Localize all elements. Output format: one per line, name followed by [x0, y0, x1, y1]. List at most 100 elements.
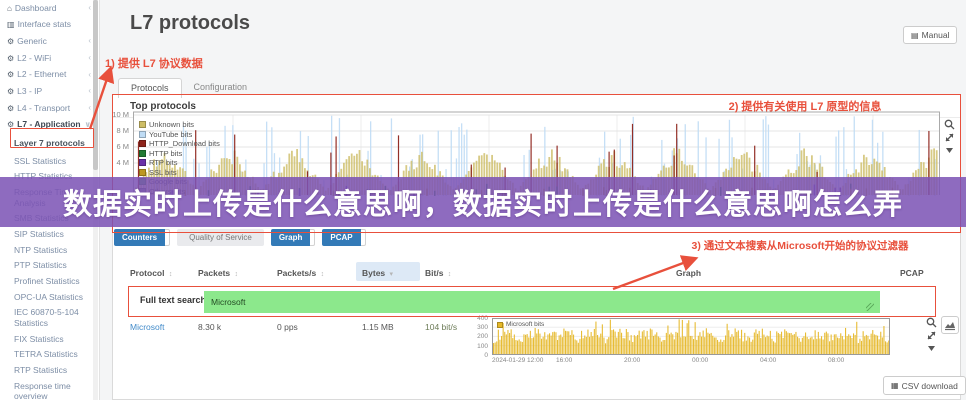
sparkline-y-tick: 0 — [472, 352, 488, 359]
sidebar-item-l4-transport[interactable]: ⚙L4 - Transport‹ — [0, 100, 99, 117]
y-tick-label: 8 M — [97, 126, 129, 135]
sidebar-item-profinet-statistics[interactable]: Profinet Statistics — [0, 274, 99, 290]
search-input[interactable] — [204, 291, 880, 313]
chevron-icon: ∨ — [85, 120, 92, 131]
chevron-icon: ‹ — [88, 3, 91, 14]
tab-protocols[interactable]: Protocols — [118, 78, 182, 98]
sidebar-item-rtp-statistics[interactable]: RTP Statistics — [0, 362, 99, 378]
search-input-resize-grip[interactable] — [866, 303, 874, 311]
counters-button-tail — [165, 229, 170, 246]
chart-menu-caret-icon[interactable] — [944, 145, 955, 156]
chevron-icon: ‹ — [88, 36, 91, 47]
sparkline-x-tick: 04:00 — [760, 357, 776, 364]
sidebar-item-layer-7-protocols[interactable]: Layer 7 protocols — [0, 136, 99, 152]
sidebar-item-opc-ua-statistics[interactable]: OPC-UA Statistics — [0, 289, 99, 305]
gear-icon: ⚙ — [7, 37, 14, 46]
gear-icon: ⚙ — [7, 70, 14, 79]
gear-icon: ⚙ — [7, 104, 14, 113]
sparkline-y-tick: 300 — [472, 324, 488, 331]
watermark-banner: 数据实时上传是什么意思啊，数据实时上传是什么意思啊怎么弄 — [0, 177, 966, 227]
manual-button-label: Manual — [922, 30, 950, 40]
sidebar-item-tetra-statistics[interactable]: TETRA Statistics — [0, 347, 99, 363]
chevron-icon: ‹ — [88, 70, 91, 81]
chart-download-icon — [944, 319, 956, 331]
sparkline-resize-icon[interactable] — [926, 330, 937, 341]
csv-download-label: CSV download — [902, 381, 958, 391]
column-header-bytes[interactable]: Bytes ▾ — [362, 268, 393, 278]
legend-item: HTTP_Download bits — [139, 139, 220, 149]
legend-swatch — [139, 169, 146, 176]
qos-button[interactable]: Quality of Service — [177, 229, 264, 246]
sparkline-legend-swatch — [497, 322, 503, 328]
chevron-icon: ‹ — [88, 103, 91, 114]
csv-download-button[interactable]: ▦ CSV download — [883, 376, 966, 395]
sparkline-x-tick: 08:00 — [828, 357, 844, 364]
microsoft-sparkline-chart[interactable] — [492, 318, 890, 355]
sidebar-item-fix-statistics[interactable]: FIX Statistics — [0, 331, 99, 347]
y-tick-label: 4 M — [97, 158, 129, 167]
dashboard-icon: ⌂ — [7, 4, 12, 13]
graph-button[interactable]: Graph — [271, 229, 311, 246]
sparkline-legend: Microsoft bits — [497, 321, 544, 328]
annotation-2: 2) 提供有关使用 L7 原型的信息 — [655, 98, 955, 114]
chevron-icon: ‹ — [88, 86, 91, 97]
book-icon: ▤ — [911, 31, 919, 40]
column-header-pcap: PCAP — [900, 268, 924, 278]
watermark-text: 数据实时上传是什么意思啊，数据实时上传是什么意思啊怎么弄 — [63, 181, 903, 223]
chart-resize-icon[interactable] — [944, 132, 955, 143]
sidebar-item-generic[interactable]: ⚙Generic‹ — [0, 33, 99, 50]
column-header-packets[interactable]: Packets ↕ — [198, 268, 238, 278]
sidebar-item-l3-ip[interactable]: ⚙L3 - IP‹ — [0, 83, 99, 100]
legend-swatch — [139, 121, 146, 128]
column-header-protocol[interactable]: Protocol ↕ — [130, 268, 172, 278]
sidebar-item-ptp-statistics[interactable]: PTP Statistics — [0, 258, 99, 274]
row-bitrate: 104 bit/s — [425, 322, 457, 332]
pcap-button[interactable]: PCAP — [322, 229, 360, 246]
sidebar-item-iec-60870-5-104-statistics[interactable]: IEC 60870-5-104 Statistics — [0, 305, 99, 331]
legend-item: SSL bits — [139, 168, 220, 178]
legend-swatch — [139, 150, 146, 157]
gear-icon: ⚙ — [7, 54, 14, 63]
row-protocol-link[interactable]: Microsoft — [130, 322, 164, 332]
column-header-bit-s[interactable]: Bit/s ↕ — [425, 268, 451, 278]
app-window: ⌂Dashboard‹▥Interface stats⚙Generic‹⚙L2 … — [0, 0, 966, 400]
legend-item: HTTP bits — [139, 149, 220, 159]
sparkline-zoom-icon[interactable] — [926, 317, 937, 328]
sparkline-x-tick: 00:00 — [692, 357, 708, 364]
sparkline-download-button[interactable] — [941, 316, 959, 334]
gear-icon: ⚙ — [7, 87, 14, 96]
tab-configuration[interactable]: Configuration — [182, 78, 260, 98]
y-tick-label: 10 M — [97, 110, 129, 119]
sidebar-item-ntp-statistics[interactable]: NTP Statistics — [0, 242, 99, 258]
counters-button[interactable]: Counters — [114, 229, 165, 246]
sidebar-item-interface-stats[interactable]: ▥Interface stats — [0, 17, 99, 34]
sidebar-item-sip-statistics[interactable]: SIP Statistics — [0, 226, 99, 242]
tab-bar: ProtocolsConfiguration — [118, 78, 259, 98]
sidebar-item-dashboard[interactable]: ⌂Dashboard‹ — [0, 0, 99, 17]
sidebar-item-ssl-statistics[interactable]: SSL Statistics — [0, 153, 99, 169]
sidebar-item-l2-ethernet[interactable]: ⚙L2 - Ethernet‹ — [0, 67, 99, 84]
full-text-search-label: Full text search — [140, 295, 206, 305]
sidebar-item-l7-application[interactable]: ⚙L7 - Application∨ — [0, 117, 99, 134]
chevron-icon: ‹ — [88, 53, 91, 64]
manual-button[interactable]: ▤ Manual — [903, 26, 957, 44]
sparkline-y-tick: 100 — [472, 343, 488, 350]
column-header-packets-s[interactable]: Packets/s ↕ — [277, 268, 324, 278]
row-packets-s: 0 pps — [277, 322, 298, 332]
sidebar-item-l2-wifi[interactable]: ⚙L2 - WiFi‹ — [0, 50, 99, 67]
sparkline-menu-caret-icon[interactable] — [926, 343, 937, 354]
legend-item: Unknown bits — [139, 120, 220, 130]
chart-zoom-icon[interactable] — [944, 119, 955, 130]
sort-icon: ↕ — [321, 271, 325, 278]
graph-button-tail — [310, 229, 315, 246]
sort-icon: ↕ — [235, 271, 239, 278]
actions-row: Counters Quality of Service Graph PCAP — [114, 229, 373, 246]
pcap-button-tail — [361, 229, 366, 246]
sparkline-x-tick: 20:00 — [624, 357, 640, 364]
gear-icon: ⚙ — [7, 120, 14, 129]
sparkline-x-tick: 16:00 — [556, 357, 572, 364]
sparkline-y-tick: 200 — [472, 333, 488, 340]
legend-swatch — [139, 131, 146, 138]
sidebar-item-response-time-overview[interactable]: Response time overview — [0, 378, 99, 400]
legend-item: YouTube bits — [139, 130, 220, 140]
